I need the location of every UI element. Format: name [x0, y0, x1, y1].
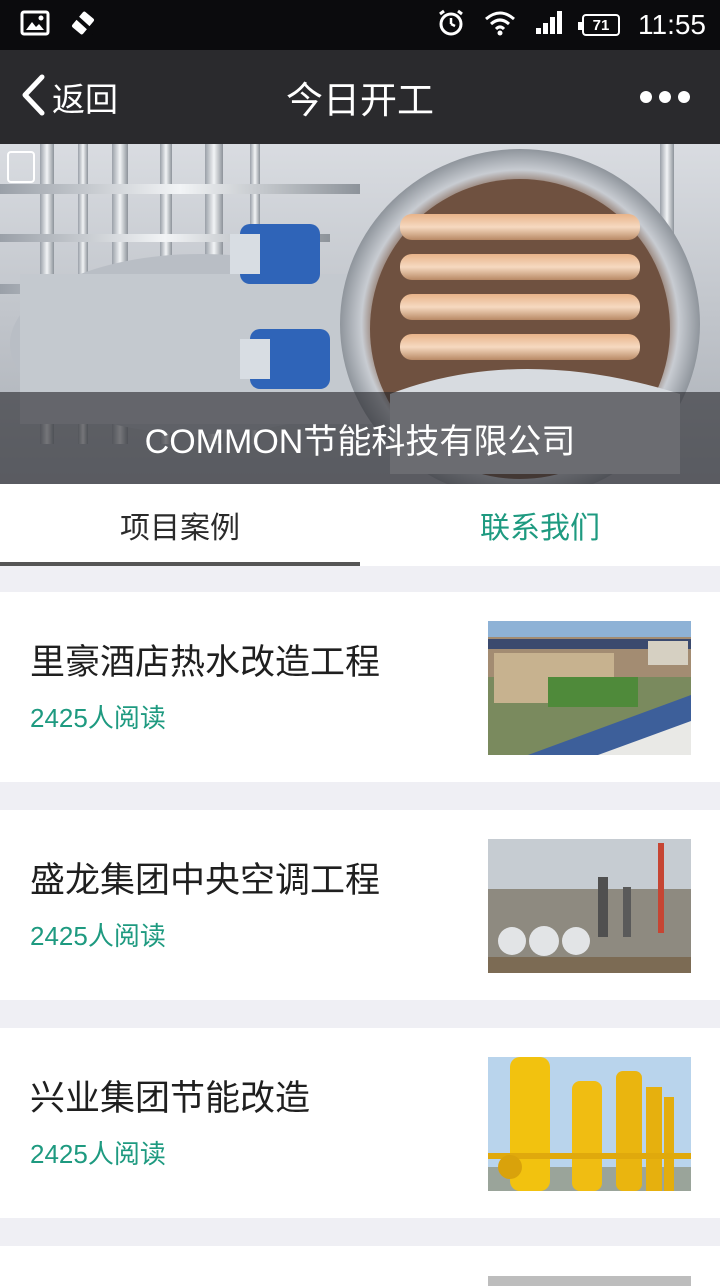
item-read-count: 2425人阅读: [30, 703, 166, 733]
status-bar: 71 11:55: [0, 0, 720, 50]
alarm-icon: [436, 8, 466, 42]
no-sim-icon: [68, 9, 98, 41]
item-read-count: 2425人阅读: [30, 1139, 166, 1169]
list-item[interactable]: 里豪酒店热水改造工程 2425人阅读: [0, 592, 720, 782]
item-thumbnail: [488, 621, 691, 755]
item-thumbnail: [488, 839, 691, 973]
item-title: 兴业集团节能改造: [30, 1079, 311, 1119]
item-title: 里豪酒店热水改造工程: [30, 643, 381, 683]
signal-icon: [534, 10, 564, 40]
status-left: [20, 9, 98, 41]
list-item[interactable]: 兴业集团节能改造 2425人阅读: [0, 1028, 720, 1218]
banner-caption: COMMON节能科技有限公司: [0, 392, 720, 484]
image-icon: [20, 10, 50, 40]
status-right: 71 11:55: [436, 8, 706, 42]
chevron-left-icon: [20, 74, 46, 120]
item-read-count: 2425人阅读: [30, 921, 166, 951]
project-list: 里豪酒店热水改造工程 2425人阅读 盛龙集团中央空调工程 2425人阅读 兴业…: [0, 592, 720, 1246]
more-dots-icon[interactable]: [640, 50, 690, 144]
battery-icon: 71: [578, 14, 620, 36]
list-item[interactable]: 盛龙集团中央空调工程 2425人阅读: [0, 810, 720, 1000]
back-button[interactable]: 返回: [20, 50, 118, 144]
item-thumbnail: [488, 1276, 691, 1286]
nav-bar: 返回 今日开工: [0, 50, 720, 144]
item-title: 盛龙集团中央空调工程: [30, 861, 381, 901]
item-thumbnail: [488, 1057, 691, 1191]
back-label: 返回: [52, 80, 118, 119]
wifi-icon: [484, 10, 516, 40]
tab-bar: 项目案例 联系我们: [0, 484, 720, 566]
tab-contact-us[interactable]: 联系我们: [360, 484, 720, 566]
list-item-partial[interactable]: [0, 1246, 720, 1286]
status-time: 11:55: [638, 9, 706, 40]
banner-image[interactable]: COMMON节能科技有限公司: [0, 144, 720, 484]
tab-project-cases[interactable]: 项目案例: [0, 484, 360, 566]
